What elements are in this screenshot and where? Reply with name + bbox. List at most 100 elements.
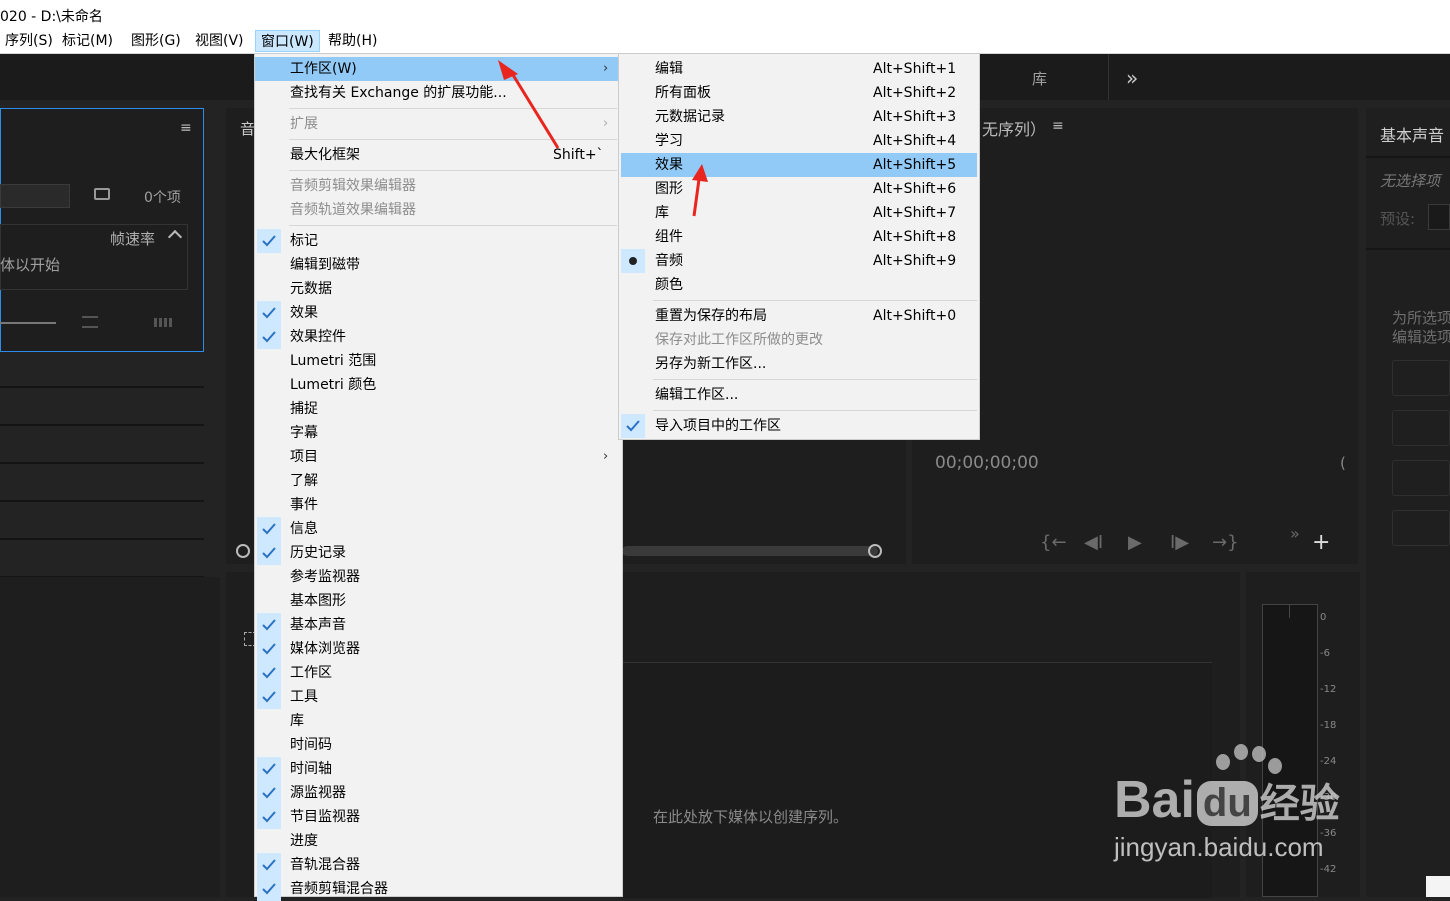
menu-item-label: 音频 xyxy=(655,253,683,269)
scrub-bar[interactable] xyxy=(622,546,878,556)
preset-dropdown[interactable] xyxy=(1428,204,1450,230)
workspace-menu-item[interactable]: 颜色 xyxy=(619,273,979,297)
scrub-handle-left[interactable] xyxy=(236,544,250,558)
column-header-framerate[interactable]: 帧速率 xyxy=(110,228,155,249)
workspace-menu-item[interactable]: 组件 Alt+Shift+8 xyxy=(619,225,979,249)
step-forward-icon[interactable]: I▶ xyxy=(1170,532,1189,553)
mark-in-icon[interactable]: {← xyxy=(1040,532,1067,553)
workspace-menu-item[interactable]: 效果 Alt+Shift+5 xyxy=(621,153,977,177)
check-glyph xyxy=(626,420,640,432)
header-divider xyxy=(1366,156,1450,158)
window-menu-item[interactable]: 效果 xyxy=(255,301,622,325)
workspace-menu-item[interactable]: 另存为新工作区... xyxy=(619,352,979,376)
menubar-item-0[interactable]: 序列(S) xyxy=(0,30,58,52)
window-menu-item[interactable]: 工具 xyxy=(255,685,622,709)
window-menu-item[interactable]: 捕捉 xyxy=(255,397,622,421)
list-view-icon[interactable] xyxy=(82,316,98,328)
workspace-menu-item[interactable]: 图形 Alt+Shift+6 xyxy=(619,177,979,201)
window-menu-item[interactable]: 事件 xyxy=(255,493,622,517)
window-menu-item[interactable]: Lumetri 颜色 xyxy=(255,373,622,397)
tab-library[interactable]: 库 xyxy=(1032,68,1047,89)
panel-menu-icon[interactable]: ≡ xyxy=(180,120,192,136)
window-menu-item[interactable]: 工作区 xyxy=(255,661,622,685)
window-menu-item[interactable]: 时间码 xyxy=(255,733,622,757)
window-menu-item[interactable]: 历史记录 xyxy=(255,541,622,565)
icon-view-icon[interactable] xyxy=(154,318,172,327)
window-menu-item[interactable]: 基本图形 xyxy=(255,589,622,613)
window-menu-item[interactable]: 查找有关 Exchange 的扩展功能... xyxy=(255,81,622,105)
check-glyph xyxy=(262,691,276,703)
menubar-item-3[interactable]: 视图(V) xyxy=(190,30,249,52)
type-button[interactable] xyxy=(1392,410,1450,446)
project-search-input[interactable] xyxy=(0,184,70,208)
workspace-menu-item[interactable]: 学习 Alt+Shift+4 xyxy=(619,129,979,153)
window-menu-item[interactable]: 音轨混合器 xyxy=(255,853,622,877)
type-button[interactable] xyxy=(1392,460,1450,496)
menu-separator xyxy=(653,300,977,301)
more-tabs-icon[interactable]: » xyxy=(1126,66,1138,90)
type-button[interactable] xyxy=(1392,510,1450,546)
workspace-menu-item[interactable]: 导入项目中的工作区 xyxy=(619,414,979,438)
menu-item-label: 保存对此工作区所做的更改 xyxy=(655,332,823,348)
more-buttons-icon[interactable]: » xyxy=(1290,524,1300,543)
workspace-menu-item[interactable]: 重置为保存的布局 Alt+Shift+0 xyxy=(619,304,979,328)
program-timecode[interactable]: 00;00;00;00 xyxy=(935,453,1039,473)
window-menu-item[interactable]: 库 xyxy=(255,709,622,733)
menu-separator xyxy=(289,108,617,109)
program-zoom[interactable]: ( xyxy=(1340,454,1346,472)
scrub-handle[interactable] xyxy=(868,544,882,558)
menu-item-label: 元数据记录 xyxy=(655,109,725,125)
menu-item-label: 工具 xyxy=(290,689,318,705)
window-menu-item[interactable]: 基本声音 xyxy=(255,613,622,637)
window-menu-item[interactable]: 效果控件 xyxy=(255,325,622,349)
workspace-menu-item[interactable]: 音频 Alt+Shift+9 xyxy=(619,249,979,273)
menubar-item-4[interactable]: 窗口(W) xyxy=(255,30,320,52)
window-menu-item[interactable]: 信息 xyxy=(255,517,622,541)
window-menu-item[interactable]: 了解 xyxy=(255,469,622,493)
menubar-item-1[interactable]: 标记(M) xyxy=(57,30,118,52)
menubar-item-5[interactable]: 帮助(H) xyxy=(323,30,382,52)
window-menu-item[interactable]: 元数据 xyxy=(255,277,622,301)
window-menu-item[interactable]: 媒体浏览器 xyxy=(255,637,622,661)
panel-rule xyxy=(0,500,204,502)
workspace-menu-item[interactable]: 库 Alt+Shift+7 xyxy=(619,201,979,225)
window-menu-item[interactable]: 最大化框架 Shift+` xyxy=(255,143,622,167)
program-title[interactable]: 无序列） xyxy=(982,116,1046,140)
radio-dot-icon xyxy=(621,249,645,273)
window-menu-item[interactable]: 编辑到磁带 xyxy=(255,253,622,277)
zoom-slider[interactable] xyxy=(0,322,56,324)
workspace-menu-item[interactable]: 所有面板 Alt+Shift+2 xyxy=(619,81,979,105)
window-menu-item[interactable]: 标记 xyxy=(255,229,622,253)
source-tab[interactable]: 音 xyxy=(240,118,255,139)
window-menu-item[interactable]: Lumetri 范围 xyxy=(255,349,622,373)
menu-item-label: 编辑 xyxy=(655,61,683,77)
workspace-menu-item[interactable]: 元数据记录 Alt+Shift+3 xyxy=(619,105,979,129)
workspace-menu-item[interactable]: 编辑 Alt+Shift+1 xyxy=(619,57,979,81)
menu-item-label: 历史记录 xyxy=(290,545,346,561)
essential-sound-title[interactable]: 基本声音 xyxy=(1380,122,1444,146)
workspace-menu-item[interactable]: 编辑工作区... xyxy=(619,383,979,407)
mark-out-icon[interactable]: →} xyxy=(1212,532,1239,553)
window-menu-item[interactable]: 时间轴 xyxy=(255,757,622,781)
description-line-1: 为所选项 xyxy=(1392,309,1450,327)
search-icon[interactable] xyxy=(94,188,110,200)
menubar-item-label: 视图(V) xyxy=(195,33,244,49)
menubar-item-2[interactable]: 图形(G) xyxy=(126,30,186,52)
window-menu-item[interactable]: 源监视器 xyxy=(255,781,622,805)
play-icon[interactable]: ▶ xyxy=(1128,532,1142,553)
menu-separator xyxy=(289,170,617,171)
checkmark-icon xyxy=(257,757,281,781)
window-menu-item[interactable]: 进度 xyxy=(255,829,622,853)
program-menu-icon[interactable]: ≡ xyxy=(1052,118,1064,134)
step-back-icon[interactable]: ◀I xyxy=(1084,532,1103,553)
menu-item-label: 重置为保存的布局 xyxy=(655,308,767,324)
window-menu-item[interactable]: 项目 › xyxy=(255,445,622,469)
window-menu-item[interactable]: 节目监视器 xyxy=(255,805,622,829)
add-button-icon[interactable]: + xyxy=(1312,530,1330,555)
window-menu-item[interactable]: 工作区(W) › xyxy=(255,57,622,81)
check-glyph xyxy=(262,643,276,655)
window-menu-item[interactable]: 参考监视器 xyxy=(255,565,622,589)
type-button[interactable] xyxy=(1392,360,1450,396)
window-menu-item[interactable]: 音频剪辑混合器 xyxy=(255,877,622,901)
window-menu-item[interactable]: 字幕 xyxy=(255,421,622,445)
